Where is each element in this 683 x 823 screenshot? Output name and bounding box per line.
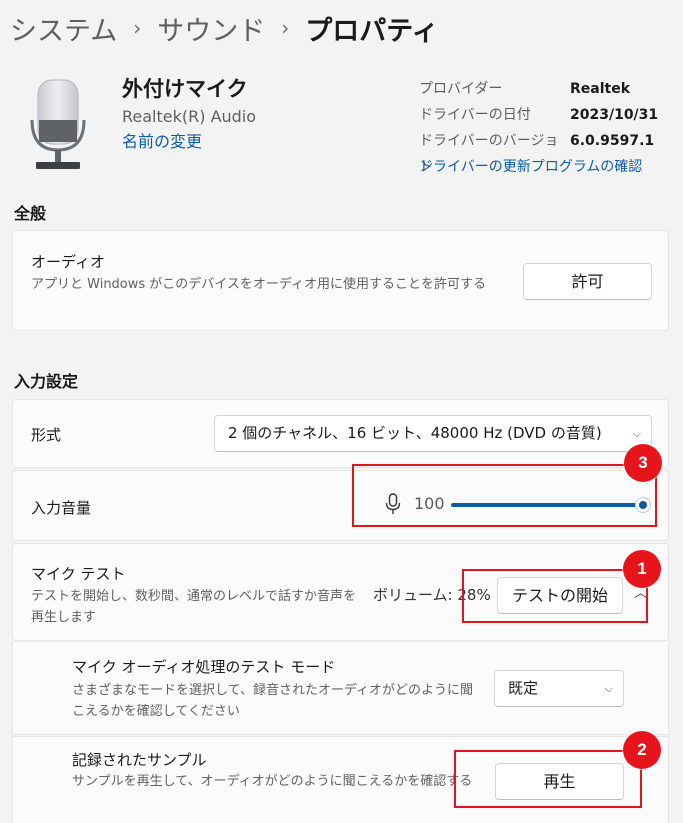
page-title: プロパティ <box>305 15 439 47</box>
chevron-right-icon: › <box>281 16 290 40</box>
allow-button[interactable]: 許可 <box>523 263 652 300</box>
test-mode-card: マイク オーディオ処理のテスト モード さまざまなモードを選択して、録音されたオ… <box>12 642 669 735</box>
annotation-badge-1: 1 <box>623 550 661 588</box>
property-row: ドライバーの日付 2023/10/31 <box>419 102 658 128</box>
annotation-badge-2: 2 <box>623 731 661 769</box>
section-title-input: 入力設定 <box>14 372 79 391</box>
test-mode-select[interactable]: 既定 ⌵ <box>494 670 624 707</box>
audio-card: オーディオ アプリと Windows がこのデバイスをオーディオ用に使用すること… <box>12 230 669 331</box>
input-volume-label: 入力音量 <box>31 499 92 517</box>
mic-test-description: テストを開始し、数秒間、通常のレベルで話すか音声を再生します <box>31 589 357 625</box>
property-value: Realtek <box>570 81 631 97</box>
property-value: 2023/10/31 <box>570 107 659 123</box>
driver-update-link[interactable]: ドライバーの更新プログラムの確認 <box>419 154 658 180</box>
breadcrumb-sound[interactable]: サウンド <box>157 9 265 48</box>
breadcrumb: システム › サウンド › プロパティ <box>10 6 439 50</box>
mic-test-title: マイク テスト <box>31 565 126 583</box>
property-row: プロバイダー Realtek <box>419 76 658 102</box>
format-selected-value: 2 個のチャネル、16 ビット、48000 Hz (DVD の音質) <box>228 424 602 442</box>
annotation-box-1 <box>462 569 648 623</box>
property-label: ドライバーの日付 <box>419 107 531 123</box>
section-title-general: 全般 <box>14 204 47 223</box>
annotation-box-2 <box>454 750 642 808</box>
breadcrumb-system[interactable]: システム <box>10 9 117 48</box>
property-label: ドライバーのバージョン <box>419 133 559 175</box>
property-row: ドライバーのバージョン 6.0.9597.1 <box>419 128 658 175</box>
property-label: プロバイダー <box>419 81 503 97</box>
annotation-box-3 <box>352 464 657 527</box>
test-mode-selected-value: 既定 <box>508 679 539 697</box>
chevron-down-icon: ⌵ <box>604 682 613 695</box>
recorded-sample-description: サンプルを再生して、オーディオがどのように聞こえるかを確認する <box>72 774 473 789</box>
microphone-icon <box>26 76 86 172</box>
property-value: 6.0.9597.1 <box>570 133 655 149</box>
device-properties: プロバイダー Realtek ドライバーの日付 2023/10/31 ドライバー… <box>419 76 658 180</box>
test-mode-description: さまざまなモードを選択して、録音されたオーディオがどのように聞こえるかを確認して… <box>72 683 474 719</box>
format-select[interactable]: 2 個のチャネル、16 ビット、48000 Hz (DVD の音質) ⌵ <box>214 415 652 452</box>
annotation-badge-3: 3 <box>624 444 662 482</box>
rename-link[interactable]: 名前の変更 <box>122 129 202 155</box>
audio-description: アプリと Windows がこのデバイスをオーディオ用に使用することを許可する <box>31 277 486 292</box>
audio-title: オーディオ <box>31 253 105 271</box>
format-card: 形式 2 個のチャネル、16 ビット、48000 Hz (DVD の音質) ⌵ <box>12 399 669 468</box>
chevron-right-icon: › <box>133 16 142 40</box>
recorded-sample-title: 記録されたサンプル <box>72 751 207 769</box>
device-driver: Realtek(R) Audio <box>122 107 257 126</box>
test-mode-title: マイク オーディオ処理のテスト モード <box>72 658 336 676</box>
device-name: 外付けマイク <box>122 77 248 101</box>
device-info: 外付けマイク Realtek(R) Audio 名前の変更 <box>122 74 256 155</box>
format-label: 形式 <box>31 426 62 444</box>
